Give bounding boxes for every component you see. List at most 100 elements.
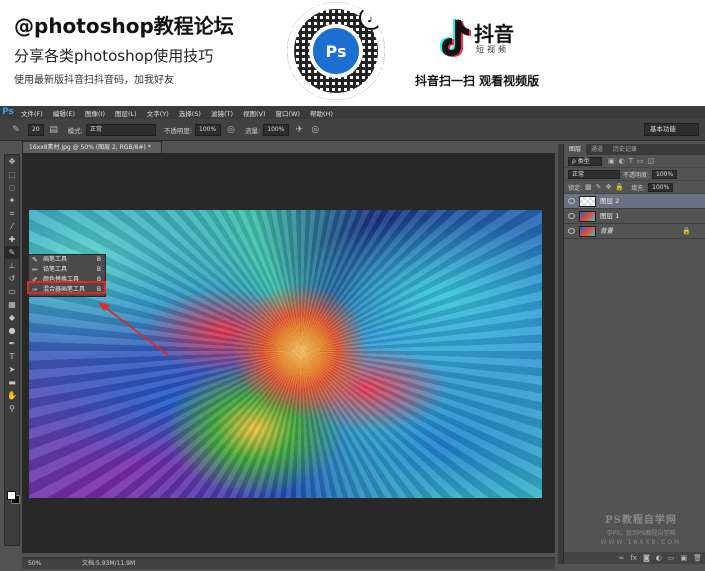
flyout-item-brush[interactable]: ✎ 画笔工具 B	[29, 255, 105, 265]
layer-row[interactable]: 图层 2	[564, 194, 705, 209]
layer-name: 图层 1	[600, 212, 620, 220]
marquee-tool-icon[interactable]: ⬚	[5, 168, 19, 181]
lasso-tool-icon[interactable]: ◌	[5, 181, 19, 194]
watermark-line-3: WWW.16XX8.COM	[600, 539, 682, 546]
visibility-eye-icon[interactable]	[568, 213, 575, 219]
brush-panel-toggle-icon[interactable]: ▤	[48, 124, 60, 136]
hand-tool-icon[interactable]: ✋	[5, 389, 19, 402]
lock-position-icon[interactable]: ✥	[606, 183, 612, 191]
airbrush-icon[interactable]: ✈	[293, 124, 305, 136]
adjustment-layer-icon[interactable]: ◐	[656, 554, 662, 562]
shape-tool-icon[interactable]: ▬	[5, 376, 19, 389]
eyedropper-tool-icon[interactable]: ⁄	[5, 220, 19, 233]
healing-tool-icon[interactable]: ✚	[5, 233, 19, 246]
filter-kind-select[interactable]: ρ 类型	[568, 156, 602, 166]
menu-layer[interactable]: 图层(L)	[110, 108, 142, 118]
menu-select[interactable]: 选择(S)	[174, 108, 206, 118]
layer-row[interactable]: 背景 🔒	[564, 224, 705, 239]
delete-layer-icon[interactable]: 🗑	[693, 554, 702, 562]
workspace-switcher[interactable]: 基本功能	[644, 123, 699, 136]
site-watermark: PS教程自学网 学PS，就到PS教程自学网 WWW.16XX8.COM	[586, 511, 696, 546]
filter-smart-icon[interactable]: ◫	[648, 157, 655, 165]
add-mask-icon[interactable]: ◙	[643, 554, 650, 562]
pen-tool-icon[interactable]: ✒	[5, 337, 19, 350]
menu-image[interactable]: 图像(I)	[80, 108, 110, 118]
menu-window[interactable]: 窗口(W)	[271, 108, 306, 118]
layer-opacity-label: 不透明度:	[623, 171, 650, 179]
menu-filter[interactable]: 滤镜(T)	[206, 108, 238, 118]
tab-channels[interactable]: 通道	[586, 144, 608, 155]
foreground-color-swatch[interactable]	[7, 491, 16, 500]
opacity-label: 不透明度:	[163, 126, 193, 135]
layer-thumbnail	[579, 226, 596, 237]
gradient-tool-icon[interactable]: ▦	[5, 298, 19, 311]
layer-thumbnail	[579, 196, 596, 207]
blend-mode-select[interactable]: 正常	[568, 169, 620, 179]
douyin-qr-code: Ps ♪	[287, 2, 385, 100]
zoom-level[interactable]: 50%	[28, 558, 41, 569]
menu-file[interactable]: 文件(F)	[16, 108, 48, 118]
tab-history[interactable]: 历史记录	[608, 144, 642, 155]
banner-title: @photoshop教程论坛	[14, 14, 234, 38]
photoshop-window: Ps 文件(F) 编辑(E) 图像(I) 图层(L) 文字(Y) 选择(S) 滤…	[0, 106, 705, 571]
red-arrow-annotation	[98, 302, 169, 356]
brush-size-picker[interactable]: 20	[28, 123, 44, 136]
filter-adjust-icon[interactable]: ◐	[619, 157, 625, 165]
flow-input[interactable]: 100%	[263, 123, 290, 136]
douyin-name: 抖音	[474, 22, 514, 46]
menu-edit[interactable]: 编辑(E)	[48, 108, 80, 118]
dodge-tool-icon[interactable]: ●	[5, 324, 19, 337]
move-tool-icon[interactable]: ✥	[5, 155, 19, 168]
new-group-icon[interactable]: ▭	[668, 554, 675, 562]
eraser-tool-icon[interactable]: ▭	[5, 285, 19, 298]
douyin-logo-icon	[440, 19, 471, 57]
lock-transparent-icon[interactable]: ▦	[585, 183, 592, 191]
new-layer-icon[interactable]: ▣	[680, 554, 687, 562]
pressure-opacity-icon[interactable]: ◎	[225, 124, 237, 136]
filter-type-icon[interactable]: T	[629, 157, 633, 165]
lock-all-icon[interactable]: 🔒	[615, 183, 624, 191]
pencil-icon: ✏	[32, 266, 38, 274]
link-layers-icon[interactable]: ∞	[619, 554, 625, 562]
layer-opacity-input[interactable]: 100%	[652, 169, 678, 179]
fill-input[interactable]: 100%	[648, 182, 674, 192]
visibility-eye-icon[interactable]	[568, 198, 575, 204]
menu-view[interactable]: 视图(V)	[238, 108, 271, 118]
shortcut-key: B	[96, 266, 101, 273]
filter-shape-icon[interactable]: ▭	[637, 157, 644, 165]
layers-panel-footer: ∞ fx ◙ ◐ ▭ ▣ 🗑	[564, 552, 705, 564]
menu-help[interactable]: 帮助(H)	[305, 108, 338, 118]
flyout-item-pencil[interactable]: ✏ 铅笔工具 B	[29, 265, 105, 275]
filter-pixel-icon[interactable]: ▣	[608, 157, 615, 165]
tool-preset-brush-icon[interactable]: ✎	[10, 124, 22, 136]
opacity-input[interactable]: 100%	[195, 123, 222, 136]
path-select-tool-icon[interactable]: ➤	[5, 363, 19, 376]
blur-tool-icon[interactable]: ◆	[5, 311, 19, 324]
tools-panel: ✥ ⬚ ◌ ✦ ⌗ ⁄ ✚ ✎ ⊥ ↺ ▭ ▦ ◆ ● ✒ T ➤ ▬ ✋ ⚲	[4, 154, 20, 546]
mode-select[interactable]: 正常	[85, 123, 156, 136]
layer-lock-icon: 🔒	[682, 227, 691, 235]
layer-style-icon[interactable]: fx	[630, 554, 637, 562]
blend-row: 正常 不透明度: 100%	[564, 168, 705, 181]
tab-layers[interactable]: 图层	[564, 144, 587, 155]
status-bar: 50% 文档:5.93M/11.9M	[22, 557, 555, 569]
visibility-eye-icon[interactable]	[568, 228, 575, 234]
options-bar: ✎ 20 ▤ 模式: 正常 不透明度: 100% ◎ 流量: 100% ✈ ◎ …	[0, 119, 705, 141]
panel-tabs: 图层 通道 历史记录	[564, 144, 705, 155]
layers-panel: 图层 通道 历史记录 ρ 类型 ▣ ◐ T ▭ ◫ 正常 不透明度: 100% …	[563, 144, 705, 564]
type-tool-icon[interactable]: T	[5, 350, 19, 363]
stamp-tool-icon[interactable]: ⊥	[5, 259, 19, 272]
document-size: 文档:5.93M/11.9M	[82, 560, 136, 567]
lock-image-icon[interactable]: ✎	[596, 183, 602, 191]
pressure-size-icon[interactable]: ◎	[309, 124, 321, 136]
crop-tool-icon[interactable]: ⌗	[5, 207, 19, 220]
lock-label: 锁定:	[568, 184, 583, 192]
document-tab[interactable]: 16xx8素材.jpg @ 50% (图层 2, RGB/8#) *	[22, 141, 162, 153]
zoom-tool-icon[interactable]: ⚲	[5, 402, 19, 415]
fill-label: 填充:	[631, 184, 646, 192]
brush-tool-icon[interactable]: ✎	[5, 246, 19, 259]
history-brush-tool-icon[interactable]: ↺	[5, 272, 19, 285]
layer-row[interactable]: 图层 1	[564, 209, 705, 224]
menu-type[interactable]: 文字(Y)	[142, 108, 174, 118]
quick-select-tool-icon[interactable]: ✦	[5, 194, 19, 207]
